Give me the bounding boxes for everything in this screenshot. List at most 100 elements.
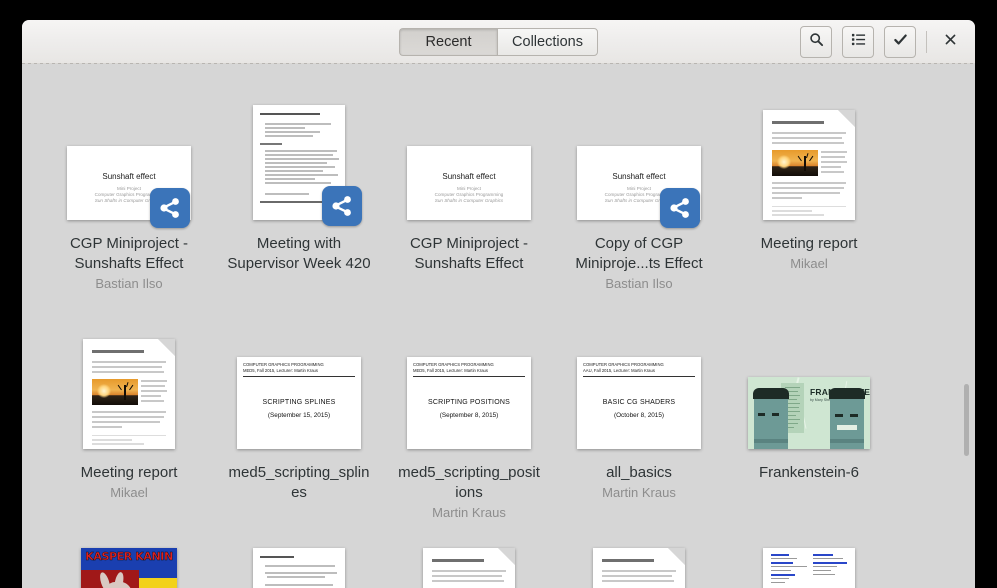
document-item[interactable]: KASPER KANIN — [44, 548, 214, 588]
lecture-date: (October 8, 2015) — [613, 412, 665, 419]
documents-window: Recent Collections Sunshaft effect Mini … — [22, 20, 975, 588]
lecture-header: COMPUTER GRAPHICS PROGRAMMING MED5, Fall… — [243, 362, 355, 378]
document-author: Bastian Ilso — [95, 276, 163, 291]
list-view-icon — [851, 32, 866, 52]
document-item[interactable]: Meeting report Mikael — [44, 319, 214, 522]
tab-recent[interactable]: Recent — [399, 27, 498, 56]
document-title: Meeting report — [80, 464, 178, 481]
comic-title: KASPER KANIN — [85, 550, 173, 563]
lecture-title: SCRIPTING SPLINES — [262, 399, 336, 406]
bullet-list-thumbnail — [253, 548, 345, 588]
slide-title: Sunshaft effect — [102, 172, 156, 181]
vertical-scrollbar[interactable] — [964, 384, 969, 456]
writer-document-thumbnail — [423, 548, 515, 588]
lecture-title: SCRIPTING POSITIONS — [428, 399, 510, 406]
document-thumbnail: Sunshaft effect Mini Project Computer Gr… — [384, 90, 554, 220]
lecture-title: BASIC CG SHADERS — [602, 399, 676, 406]
document-author: Bastian Ilso — [605, 276, 673, 291]
document-title: Meeting with Supervisor Week 420 — [227, 235, 371, 272]
writer-document-thumbnail — [763, 110, 855, 220]
document-thumbnail: KASPER KANIN — [44, 548, 214, 588]
document-item[interactable] — [384, 548, 554, 588]
document-thumbnail — [214, 548, 384, 588]
document-item[interactable] — [554, 548, 724, 588]
document-title: Copy of CGP Miniproje...ts Effect — [575, 235, 703, 272]
lecture-date: (September 8, 2015) — [439, 412, 499, 419]
link-list-thumbnail — [763, 548, 855, 588]
document-thumbnail — [724, 90, 894, 220]
search-icon — [809, 32, 824, 52]
document-thumbnail — [384, 548, 554, 588]
shared-emblem — [150, 188, 190, 228]
close-button[interactable] — [937, 29, 963, 55]
document-title: CGP Miniproject - Sunshafts Effect — [409, 235, 529, 272]
document-thumbnail: Sunshaft effect Mini Project Computer Gr… — [44, 90, 214, 228]
header-separator — [926, 30, 927, 53]
documents-grid: Sunshaft effect Mini Project Computer Gr… — [22, 64, 975, 588]
document-thumbnail — [724, 548, 894, 588]
comic-cover-thumbnail: KASPER KANIN — [81, 548, 177, 588]
shared-emblem — [660, 188, 700, 228]
selection-mode-button[interactable] — [884, 25, 916, 58]
document-thumbnail — [554, 548, 724, 588]
slide-title: Sunshaft effect — [442, 172, 496, 181]
slide-title: Sunshaft effect — [612, 172, 666, 181]
lecture-header: COMPUTER GRAPHICS PROGRAMMING MED5, Fall… — [413, 362, 525, 378]
document-title: med5_scripting_positions — [398, 464, 540, 501]
document-thumbnail — [214, 90, 384, 226]
document-title: Meeting report — [760, 235, 858, 252]
document-item[interactable] — [214, 548, 384, 588]
document-author: Martin Kraus — [602, 485, 676, 500]
document-item[interactable]: FRANKENSTEIN by Mary Shelly — [724, 319, 894, 522]
lecture-slide-thumbnail: COMPUTER GRAPHICS PROGRAMMING AAU, Fall … — [577, 357, 701, 449]
search-button[interactable] — [800, 25, 832, 58]
lecture-meta: MED5, Fall 2015, Lecturer: Martin Kraus — [413, 367, 488, 373]
document-item[interactable]: Sunshaft effect Mini Project Computer Gr… — [44, 90, 214, 293]
lecture-meta: AAU, Fall 2015, Lecturer: Martin Kraus — [583, 367, 655, 373]
document-title: Frankenstein-6 — [758, 464, 860, 481]
lecture-slide-thumbnail: COMPUTER GRAPHICS PROGRAMMING MED5, Fall… — [407, 357, 531, 449]
document-thumbnail — [44, 319, 214, 449]
document-thumbnail: COMPUTER GRAPHICS PROGRAMMING AAU, Fall … — [554, 319, 724, 449]
document-item[interactable]: Sunshaft effect Mini Project Computer Gr… — [384, 90, 554, 293]
document-author: Martin Kraus — [432, 505, 506, 520]
monster-head-left — [754, 399, 788, 449]
document-title: med5_scripting_splines — [228, 464, 370, 501]
lecture-header: COMPUTER GRAPHICS PROGRAMMING AAU, Fall … — [583, 362, 695, 378]
lecture-slide-thumbnail: COMPUTER GRAPHICS PROGRAMMING MED5, Fall… — [237, 357, 361, 449]
document-item[interactable]: COMPUTER GRAPHICS PROGRAMMING AAU, Fall … — [554, 319, 724, 522]
tab-group: Recent Collections — [399, 27, 598, 56]
document-item[interactable]: COMPUTER GRAPHICS PROGRAMMING MED5, Fall… — [384, 319, 554, 522]
sunset-tree-image — [92, 379, 138, 405]
document-item[interactable]: Meeting report Mikael — [724, 90, 894, 293]
writer-document-thumbnail — [83, 339, 175, 449]
header-actions — [800, 25, 963, 58]
shared-emblem — [322, 186, 362, 226]
document-author: Mikael — [110, 485, 148, 500]
document-thumbnail: COMPUTER GRAPHICS PROGRAMMING MED5, Fall… — [214, 319, 384, 449]
document-title: CGP Miniproject - Sunshafts Effect — [69, 235, 189, 272]
header-bar: Recent Collections — [22, 20, 975, 64]
document-thumbnail: Sunshaft effect Mini Project Computer Gr… — [554, 90, 724, 228]
document-item[interactable]: COMPUTER GRAPHICS PROGRAMMING MED5, Fall… — [214, 319, 384, 522]
slide-thumbnail: Sunshaft effect Mini Project Computer Gr… — [407, 146, 531, 220]
slide-line-3: Sun Shafts in Computer Graphics — [434, 198, 504, 204]
documents-view: Sunshaft effect Mini Project Computer Gr… — [22, 64, 975, 588]
document-author: Mikael — [790, 256, 828, 271]
monster-head-right — [830, 399, 864, 449]
document-item[interactable] — [724, 548, 894, 588]
document-item[interactable]: Sunshaft effect Mini Project Computer Gr… — [554, 90, 724, 293]
lecture-date: (September 15, 2015) — [267, 412, 331, 419]
writer-document-thumbnail — [593, 548, 685, 588]
document-item[interactable]: Meeting with Supervisor Week 420 — [214, 90, 384, 293]
sunset-tree-image — [772, 150, 818, 176]
book-cover-thumbnail: FRANKENSTEIN by Mary Shelly — [748, 377, 870, 449]
close-icon — [944, 33, 957, 51]
document-title: all_basics — [606, 464, 672, 481]
document-thumbnail: FRANKENSTEIN by Mary Shelly — [724, 319, 894, 449]
view-list-button[interactable] — [842, 25, 874, 58]
document-thumbnail: COMPUTER GRAPHICS PROGRAMMING MED5, Fall… — [384, 319, 554, 449]
tab-collections[interactable]: Collections — [497, 27, 598, 56]
checkmark-icon — [893, 32, 908, 52]
lecture-meta: MED5, Fall 2015, Lecturer: Martin Kraus — [243, 367, 318, 373]
